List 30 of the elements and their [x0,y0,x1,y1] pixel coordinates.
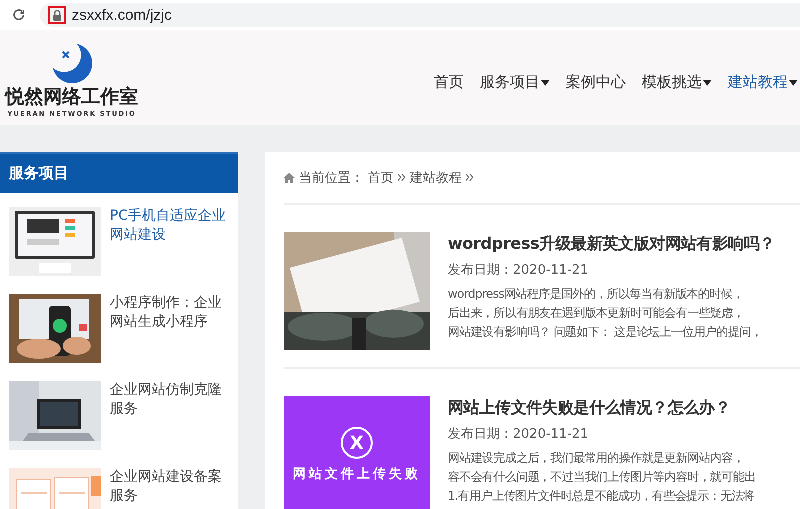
sidebar-link[interactable]: 企业网站建设备案服务 [110,468,228,509]
nav-link[interactable]: 案例中心 [566,73,626,92]
nav-link[interactable]: 首页 [434,73,464,92]
breadcrumb-link[interactable]: 建站教程 [410,168,462,186]
banner-caption: 网站文件上传失败 [293,466,421,483]
address-bar[interactable]: zsxxfx.com/jzjc [40,3,800,27]
home-icon [284,172,295,182]
banner-symbol: X [341,427,373,459]
article-date: 发布日期：2020-11-21 [448,426,590,443]
article-title[interactable]: wordpress升级最新英文版对网站有影响吗？ [448,234,776,255]
logo-name: 悦然网络工作室 [6,84,138,110]
breadcrumb-label: 当前位置： [299,170,364,186]
nav-link[interactable]: 模板挑选 [642,73,712,92]
sidebar-link[interactable]: 小程序制作：企业网站生成小程序 [110,294,228,363]
lock-icon [52,10,62,20]
sidebar-link[interactable]: PC手机自适应企业网站建设 [110,207,228,276]
article-excerpt: wordpress网站程序是国外的，所以每当有新版本的时候， 后出来，所以有朋友在遇到版本更新时可能会有一些疑虑， 网站建设有影响吗？ 问题如下： 这是论坛上一位用户的提问， [448,286,764,341]
sidebar-link[interactable]: 企业网站仿制克隆服务 [110,381,228,450]
article-title[interactable]: 网站上传文件失败是什么情况？怎么办？ [448,398,756,419]
chevron-icon [398,174,406,181]
article-date: 发布日期：2020-11-21 [448,262,590,279]
nav-link[interactable]: 建站教程 [728,73,798,92]
sidebar-title: 服务项目 [9,164,69,183]
url-text: zsxxfx.com/jzjc [72,6,172,24]
nav-link[interactable]: 服务项目 [480,73,550,92]
breadcrumb-link[interactable]: 首页 [368,168,394,186]
reload-icon[interactable] [12,8,26,22]
chevron-icon [466,174,474,181]
logo-icon [51,42,93,84]
article-excerpt: 网站建设完成之后，我们最常用的操作就是更新网站内容， 容不会有什么问题，不过当我们上传图片等内容时，就可能出 1.有用户上传图片文件时总是不能成功，有些会提示：无法将 [448,450,756,505]
